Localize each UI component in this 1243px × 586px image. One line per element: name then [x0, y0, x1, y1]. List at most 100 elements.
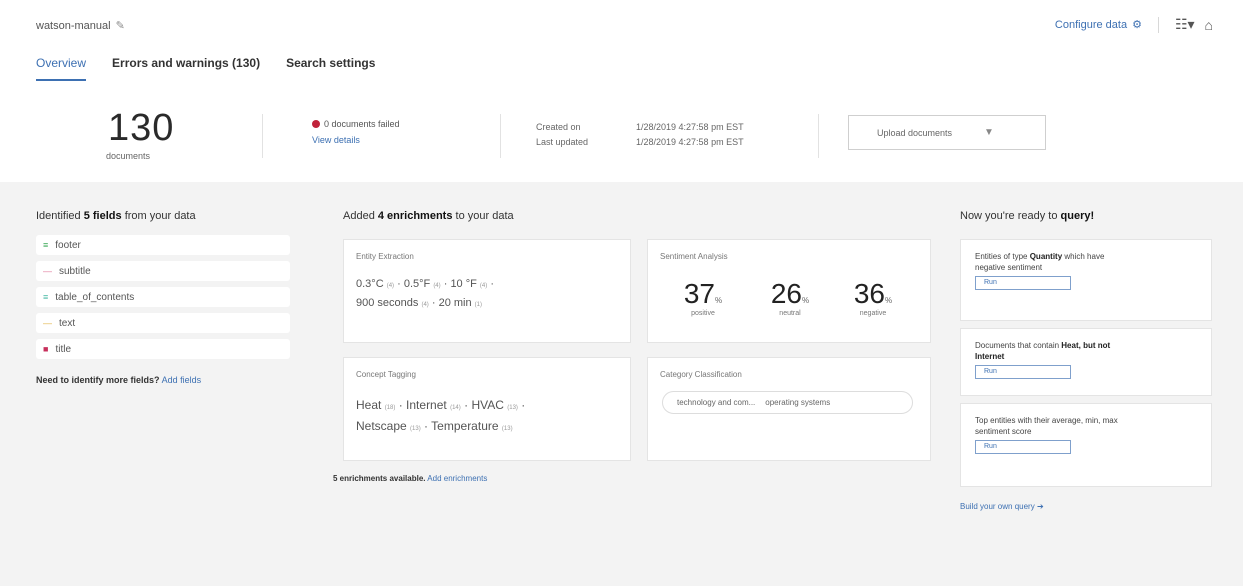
concept-item: Netscape [356, 419, 407, 433]
sentiment-value: 37 [683, 278, 716, 309]
query-card[interactable]: Documents that contain Heat, but not Int… [960, 328, 1212, 396]
enrichments-available: 5 enrichments available. Add enrichments [333, 474, 487, 483]
sentiment-value: 26 [770, 278, 803, 309]
divider [1157, 16, 1159, 33]
sentiment-label: positive [691, 310, 715, 317]
view-menu-icon[interactable]: ☷▾ [1175, 16, 1195, 33]
query-bold: Quantity [1029, 252, 1063, 261]
help-icon[interactable]: ⌂ [1205, 17, 1213, 33]
category-classification-card[interactable]: Category Classification technology and c… [647, 357, 931, 461]
sentiment-label: negative [859, 310, 887, 317]
field-name: table_of_contents [55, 291, 135, 303]
error-icon [312, 120, 320, 128]
concept-item: Temperature [431, 419, 499, 433]
enrichments-title-prefix: Added [343, 210, 375, 222]
tab-overview[interactable]: Overview [36, 56, 87, 81]
failed-status: 0 documents failed [312, 119, 400, 129]
field-type-icon: ≡ [43, 240, 49, 250]
chevron-down-icon: ▼ [984, 127, 994, 138]
build-query-link[interactable]: Build your own query ➔ [960, 502, 1044, 511]
query-description: Entities of type Quantity which have neg… [975, 251, 1125, 273]
entity-item: 900 seconds [356, 297, 419, 309]
field-name: title [55, 343, 71, 355]
collection-name[interactable]: watson-manual [36, 20, 111, 32]
sentiment-label: neutral [779, 310, 801, 317]
card-title: Concept Tagging [356, 370, 416, 379]
build-query-label: Build your own query [960, 502, 1035, 511]
entity-list: 0.3°C (4) · 0.5°F (4) · 10 °F (4) · 900 … [356, 278, 494, 309]
entity-score: (4) [386, 283, 395, 289]
query-description: Top entities with their average, min, ma… [975, 415, 1125, 437]
add-enrichments-link[interactable]: Add enrichments [427, 474, 487, 483]
arrow-right-icon: ➔ [1036, 502, 1044, 511]
fields-list: ≡ footer — subtitle ≡ table_of_contents … [36, 235, 290, 365]
concept-item: Heat [356, 398, 382, 412]
query-title-bold: query! [1060, 210, 1095, 222]
field-item-text[interactable]: — text [36, 313, 290, 333]
identify-more-fields: Need to identify more fields? Add fields [36, 375, 201, 385]
entity-item: 20 min [438, 297, 472, 309]
upload-label: Upload documents [877, 127, 953, 138]
fields-title-bold: 5 fields [83, 210, 122, 222]
concept-score: (13) [507, 405, 518, 411]
fields-title-suffix: from your data [124, 210, 196, 222]
fields-title-prefix: Identified [36, 210, 81, 222]
field-name: text [59, 317, 76, 329]
view-details-link[interactable]: View details [312, 135, 360, 145]
add-fields-link[interactable]: Add fields [162, 375, 202, 385]
entity-item: 0.5°F [403, 278, 431, 290]
query-card[interactable]: Entities of type Quantity which have neg… [960, 239, 1212, 321]
card-title: Category Classification [660, 370, 742, 379]
configure-data-link[interactable]: Configure data ⚙ [1054, 18, 1142, 32]
more-prefix: Need to [36, 375, 70, 385]
created-label: Created on [536, 122, 581, 132]
divider [500, 114, 501, 158]
updated-label: Last updated [536, 137, 589, 147]
configure-data-label: Configure data [1054, 18, 1128, 31]
field-type-icon: — [43, 266, 52, 276]
run-button[interactable]: Run [975, 276, 1071, 290]
enrichments-title: Added 4 enrichments to your data [343, 210, 514, 222]
field-item-title[interactable]: ■ title [36, 339, 290, 359]
header: watson-manual ✎ Configure data ⚙ ☷▾ ⌂ Ov… [0, 0, 1243, 182]
sentiment-negative: 36% negative [838, 278, 908, 317]
run-button[interactable]: Run [975, 440, 1071, 454]
run-button[interactable]: Run [975, 365, 1071, 379]
field-name: footer [55, 239, 81, 251]
query-prefix: Documents that contain [975, 341, 1062, 350]
entity-score: (4) [433, 283, 441, 289]
divider [818, 114, 819, 158]
field-type-icon: ≡ [43, 292, 49, 302]
sentiment-unit: % [885, 296, 893, 305]
entity-extraction-card[interactable]: Entity Extraction 0.3°C (4) · 0.5°F (4) … [343, 239, 631, 343]
entity-item: 10 °F [450, 278, 477, 290]
query-card[interactable]: Top entities with their average, min, ma… [960, 403, 1212, 487]
available-count: 5 enrichments available. [333, 474, 426, 483]
category-pill[interactable]: technology and com... operating systems [662, 391, 913, 414]
concept-score: (14) [450, 405, 461, 411]
breadcrumb: watson-manual ✎ [36, 19, 125, 33]
tab-search-settings[interactable]: Search settings [286, 56, 375, 81]
field-item-footer[interactable]: ≡ footer [36, 235, 290, 255]
sentiment-value: 36 [853, 278, 886, 309]
concept-score: (13) [410, 426, 421, 432]
document-count-label: documents [106, 151, 151, 161]
entity-score: (4) [479, 283, 488, 289]
enrichments-title-suffix: to your data [455, 210, 514, 222]
card-title: Sentiment Analysis [660, 252, 728, 261]
field-name: subtitle [59, 265, 91, 277]
tab-errors-and-warnings[interactable]: Errors and warnings (130) [112, 56, 260, 81]
tab-bar: Overview Errors and warnings (130) Searc… [36, 56, 375, 81]
overview-content: Identified 5 fields from your data ≡ foo… [0, 182, 1243, 586]
sentiment-analysis-card[interactable]: Sentiment Analysis 37% positive 26% neut… [647, 239, 931, 343]
concept-tagging-card[interactable]: Concept Tagging Heat (18) · Internet (14… [343, 357, 631, 461]
sentiment-unit: % [802, 296, 810, 305]
field-item-subtitle[interactable]: — subtitle [36, 261, 290, 281]
field-item-table-of-contents[interactable]: ≡ table_of_contents [36, 287, 290, 307]
upload-documents-dropdown[interactable]: Upload documents ▼ [848, 115, 1046, 150]
edit-icon[interactable]: ✎ [116, 19, 125, 32]
fields-title: Identified 5 fields from your data [36, 210, 196, 222]
sentiment-neutral: 26% neutral [755, 278, 825, 317]
concept-score: (18) [384, 405, 396, 411]
concept-list: Heat (18) · Internet (14) · HVAC (13) · … [356, 398, 526, 433]
